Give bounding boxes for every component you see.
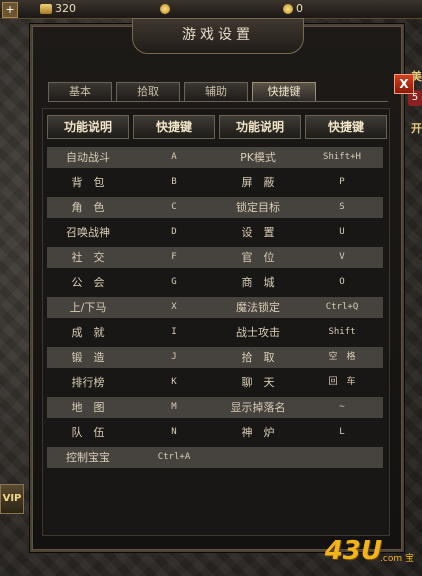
table-row: 队 伍N神 炉L <box>47 422 383 443</box>
key-cell[interactable]: Shift <box>301 322 383 343</box>
tab-pickup[interactable]: 拾取 <box>116 82 180 101</box>
table-row: 地 图 M 显示掉落名 ~ <box>47 397 383 418</box>
add-resource-button[interactable]: + <box>2 2 18 18</box>
table-row: 角 色 C 锁定目标 S <box>47 197 383 218</box>
function-cell: 官 位 <box>241 251 275 264</box>
hud-label-open[interactable]: 开 <box>411 120 422 136</box>
function-cell: 地 图 <box>71 401 105 414</box>
gold-value: 0 <box>296 2 303 15</box>
table-row: 控制宝宝 Ctrl+A <box>47 447 383 468</box>
table-row: 锻 造J拾 取空 格 <box>47 347 383 368</box>
close-button[interactable]: X <box>394 74 414 94</box>
table-row: 公 会G商 城O <box>47 272 383 293</box>
header-function-1: 功能说明 <box>47 115 129 139</box>
vip-button[interactable]: VIP <box>0 484 24 514</box>
function-cell: 排行榜 <box>71 376 105 389</box>
function-cell: 显示掉落名 <box>230 401 286 414</box>
key-cell[interactable]: N <box>133 422 215 443</box>
function-cell: 队 伍 <box>71 426 105 439</box>
key-cell[interactable]: P <box>301 172 383 193</box>
key-cell[interactable]: X <box>133 297 215 318</box>
tab-assist[interactable]: 辅助 <box>184 82 248 101</box>
function-cell: 魔法锁定 <box>236 301 280 314</box>
key-cell[interactable]: F <box>133 247 215 268</box>
key-cell[interactable]: Shift+H <box>301 147 383 168</box>
function-cell: 召唤战神 <box>66 226 110 239</box>
key-cell[interactable]: Ctrl+Q <box>301 297 383 318</box>
function-cell: 锻 造 <box>71 351 105 364</box>
gold-counter: 0 <box>283 1 303 17</box>
function-cell: 聊 天 <box>241 376 275 389</box>
function-cell: 角 色 <box>71 201 105 214</box>
watermark-sub: .com 宝 <box>380 554 414 564</box>
table-row: 自动战斗 A PK模式 Shift+H <box>47 147 383 168</box>
key-cell[interactable]: D <box>133 222 215 243</box>
key-cell[interactable]: ~ <box>301 397 383 418</box>
key-cell[interactable]: M <box>133 397 215 418</box>
tab-basic[interactable]: 基本 <box>48 82 112 101</box>
function-cell: 社 交 <box>71 251 105 264</box>
key-cell[interactable]: 回 车 <box>301 372 383 393</box>
function-cell: 战士攻击 <box>236 326 280 339</box>
key-cell[interactable]: O <box>301 272 383 293</box>
table-row: 召唤战神 D 设 置 U <box>47 222 383 243</box>
tab-hotkeys[interactable]: 快捷键 <box>252 82 316 101</box>
tab-divider <box>48 101 388 102</box>
key-cell[interactable]: L <box>301 422 383 443</box>
key-cell[interactable]: B <box>133 172 215 193</box>
hotkey-table: 功能说明 快捷键 功能说明 快捷键 自动战斗 A PK模式 Shift+H 背 包 B 屏… <box>42 108 390 536</box>
header-key-2: 快捷键 <box>305 115 387 139</box>
function-cell: PK模式 <box>240 151 276 164</box>
function-cell: 拾 取 <box>241 351 275 364</box>
key-cell[interactable]: G <box>133 272 215 293</box>
key-cell[interactable]: S <box>301 197 383 218</box>
function-cell: 设 置 <box>241 226 275 239</box>
function-cell: 公 会 <box>71 276 105 289</box>
window-title: 游戏设置 <box>132 18 304 54</box>
key-cell[interactable]: V <box>301 247 383 268</box>
table-row: 排行榜 K 聊 天 回 车 <box>47 372 383 393</box>
key-cell[interactable]: U <box>301 222 383 243</box>
coin-counter: 320 <box>40 1 76 17</box>
header-key-1: 快捷键 <box>133 115 215 139</box>
header-function-2: 功能说明 <box>219 115 301 139</box>
key-cell[interactable]: C <box>133 197 215 218</box>
table-row: 成 就 I 战士攻击 Shift <box>47 322 383 343</box>
function-cell: 神 炉 <box>241 426 275 439</box>
key-cell[interactable]: K <box>133 372 215 393</box>
settings-window: 游戏设置 X 基本 拾取 辅助 快捷键 功能说明 快捷键 功能说明 快捷键 自动… <box>30 18 414 552</box>
function-cell: 控制宝宝 <box>66 451 110 464</box>
key-cell[interactable]: 空 格 <box>301 347 383 368</box>
function-cell: 上/下马 <box>69 301 107 314</box>
table-row: 背 包B屏 蔽P <box>47 172 383 193</box>
function-cell: 背 包 <box>71 176 105 189</box>
key-cell[interactable]: I <box>133 322 215 343</box>
top-resource-bar: + 320 0 <box>0 0 422 19</box>
mid-resource <box>160 1 173 17</box>
function-cell: 自动战斗 <box>66 151 110 164</box>
key-cell[interactable]: A <box>133 147 215 168</box>
key-cell[interactable]: J <box>133 347 215 368</box>
gold-icon <box>160 4 170 14</box>
coin-icon <box>40 4 52 14</box>
lock-gold-icon <box>283 4 293 14</box>
watermark-logo: 43U <box>324 536 382 566</box>
function-cell: 锁定目标 <box>236 201 280 214</box>
coin-value: 320 <box>55 2 76 15</box>
table-row: 社 交F官 位V <box>47 247 383 268</box>
table-row: 上/下马 X 魔法锁定 Ctrl+Q <box>47 297 383 318</box>
key-cell[interactable]: Ctrl+A <box>133 447 215 468</box>
function-cell: 商 城 <box>241 276 275 289</box>
function-cell: 成 就 <box>71 326 105 339</box>
function-cell: 屏 蔽 <box>241 176 275 189</box>
